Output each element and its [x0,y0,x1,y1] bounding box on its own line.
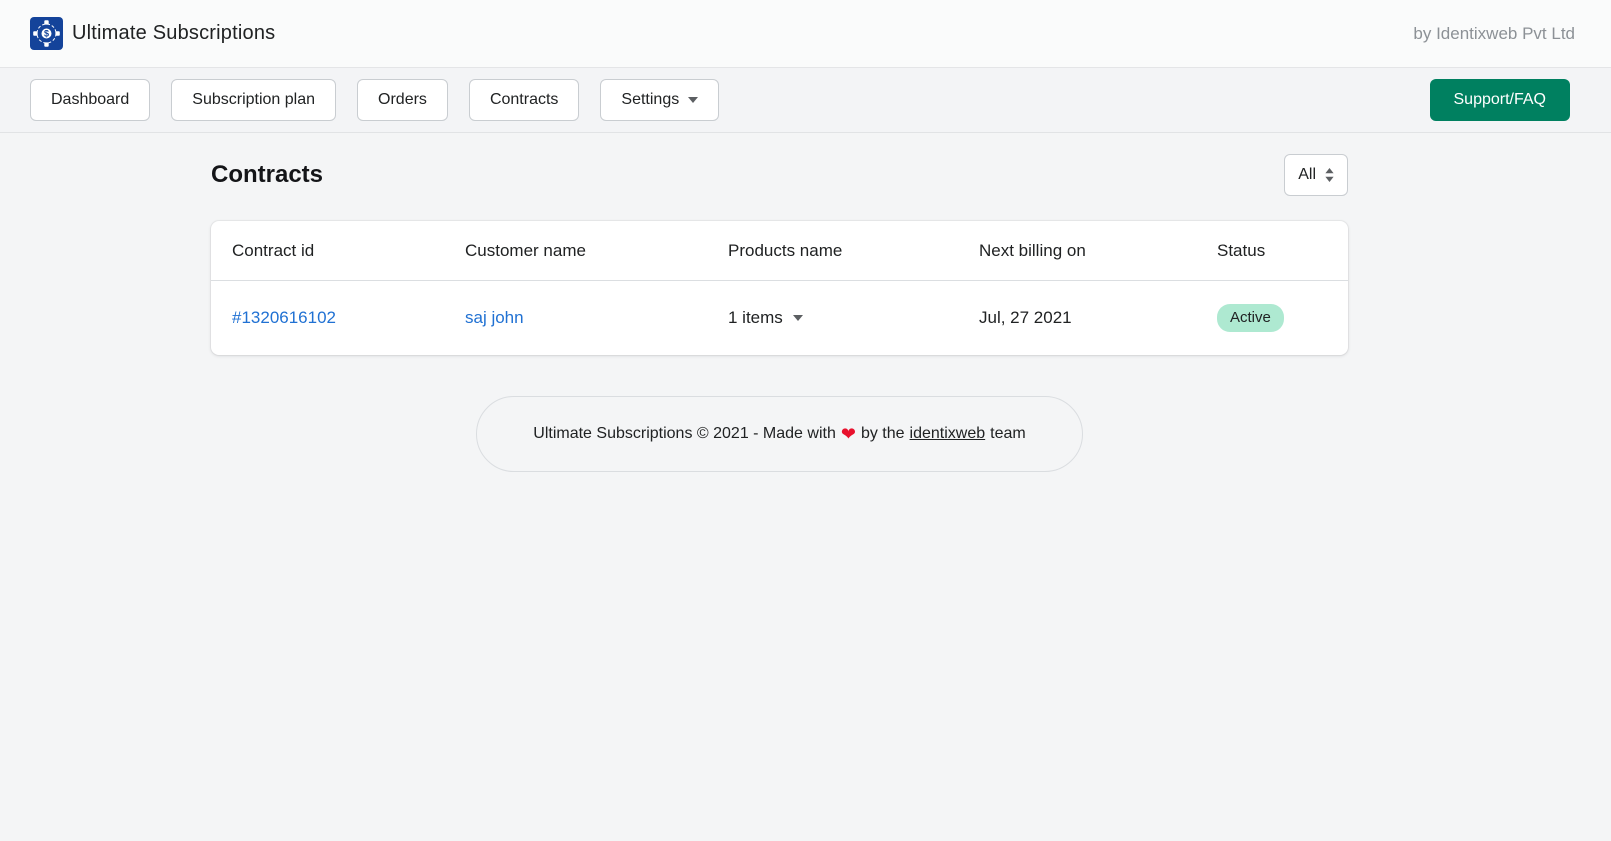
contract-id-link[interactable]: #1320616102 [232,308,336,327]
column-header-status: Status [1217,241,1266,260]
next-billing-date: Jul, 27 2021 [979,308,1072,327]
chevron-down-icon [688,97,699,103]
top-header: $ Ultimate Subscriptions by Identixweb P… [0,0,1611,68]
column-header-products-name: Products name [728,241,843,260]
vendor-byline: by Identixweb Pvt Ltd [1413,23,1575,43]
page-title: Contracts [211,161,324,188]
chevron-down-icon [792,315,803,321]
nav-subscription-plan-label: Subscription plan [192,91,316,108]
column-header-customer-name: Customer name [465,241,586,260]
contracts-table: Contract id Customer name Products name … [211,221,1348,355]
products-dropdown-toggle[interactable]: 1 items [728,308,803,328]
nav-orders-button[interactable]: Orders [357,79,448,121]
app-logo-icon: $ [30,17,63,50]
nav-contracts-button[interactable]: Contracts [468,79,580,121]
customer-name-link[interactable]: saj john [465,308,524,327]
nav-contracts-label: Contracts [489,91,559,108]
support-faq-label: Support/FAQ [1453,91,1547,108]
footer-text-middle: by the [860,425,905,442]
nav-settings-button[interactable]: Settings [600,79,720,121]
svg-text:$: $ [44,29,49,39]
nav-dashboard-button[interactable]: Dashboard [30,79,151,121]
footer-text-after: team [990,425,1026,442]
nav-dashboard-label: Dashboard [51,91,130,108]
status-badge: Active [1217,304,1284,332]
main-nav: Dashboard Subscription plan Orders Contr… [0,68,1611,133]
status-filter-value: All [1298,166,1316,183]
column-header-next-billing-on: Next billing on [979,241,1086,260]
footer: Ultimate Subscriptions © 2021 - Made wit… [211,396,1348,472]
table-row: #1320616102 saj john 1 items Jul, 27 202… [211,280,1348,355]
products-count-label: 1 items [728,308,783,327]
app-title: Ultimate Subscriptions [72,22,276,44]
heart-icon: ❤ [840,424,856,444]
nav-orders-label: Orders [378,91,427,108]
identixweb-link[interactable]: identixweb [910,425,986,443]
column-header-contract-id: Contract id [232,241,315,260]
nav-settings-label: Settings [621,91,680,108]
nav-subscription-plan-button[interactable]: Subscription plan [171,79,337,121]
support-faq-button[interactable]: Support/FAQ [1429,79,1570,121]
footer-text-before: Ultimate Subscriptions © 2021 - Made wit… [533,425,836,442]
updown-arrows-icon [1325,168,1334,182]
page-title-row: Contracts All [211,154,1348,196]
page-content: Contracts All Contract id Customer name … [211,154,1348,472]
footer-credit-pill: Ultimate Subscriptions © 2021 - Made wit… [476,396,1083,472]
status-filter-select[interactable]: All [1284,154,1348,196]
table-header-row: Contract id Customer name Products name … [211,221,1348,281]
contracts-table-card: Contract id Customer name Products name … [211,221,1348,355]
